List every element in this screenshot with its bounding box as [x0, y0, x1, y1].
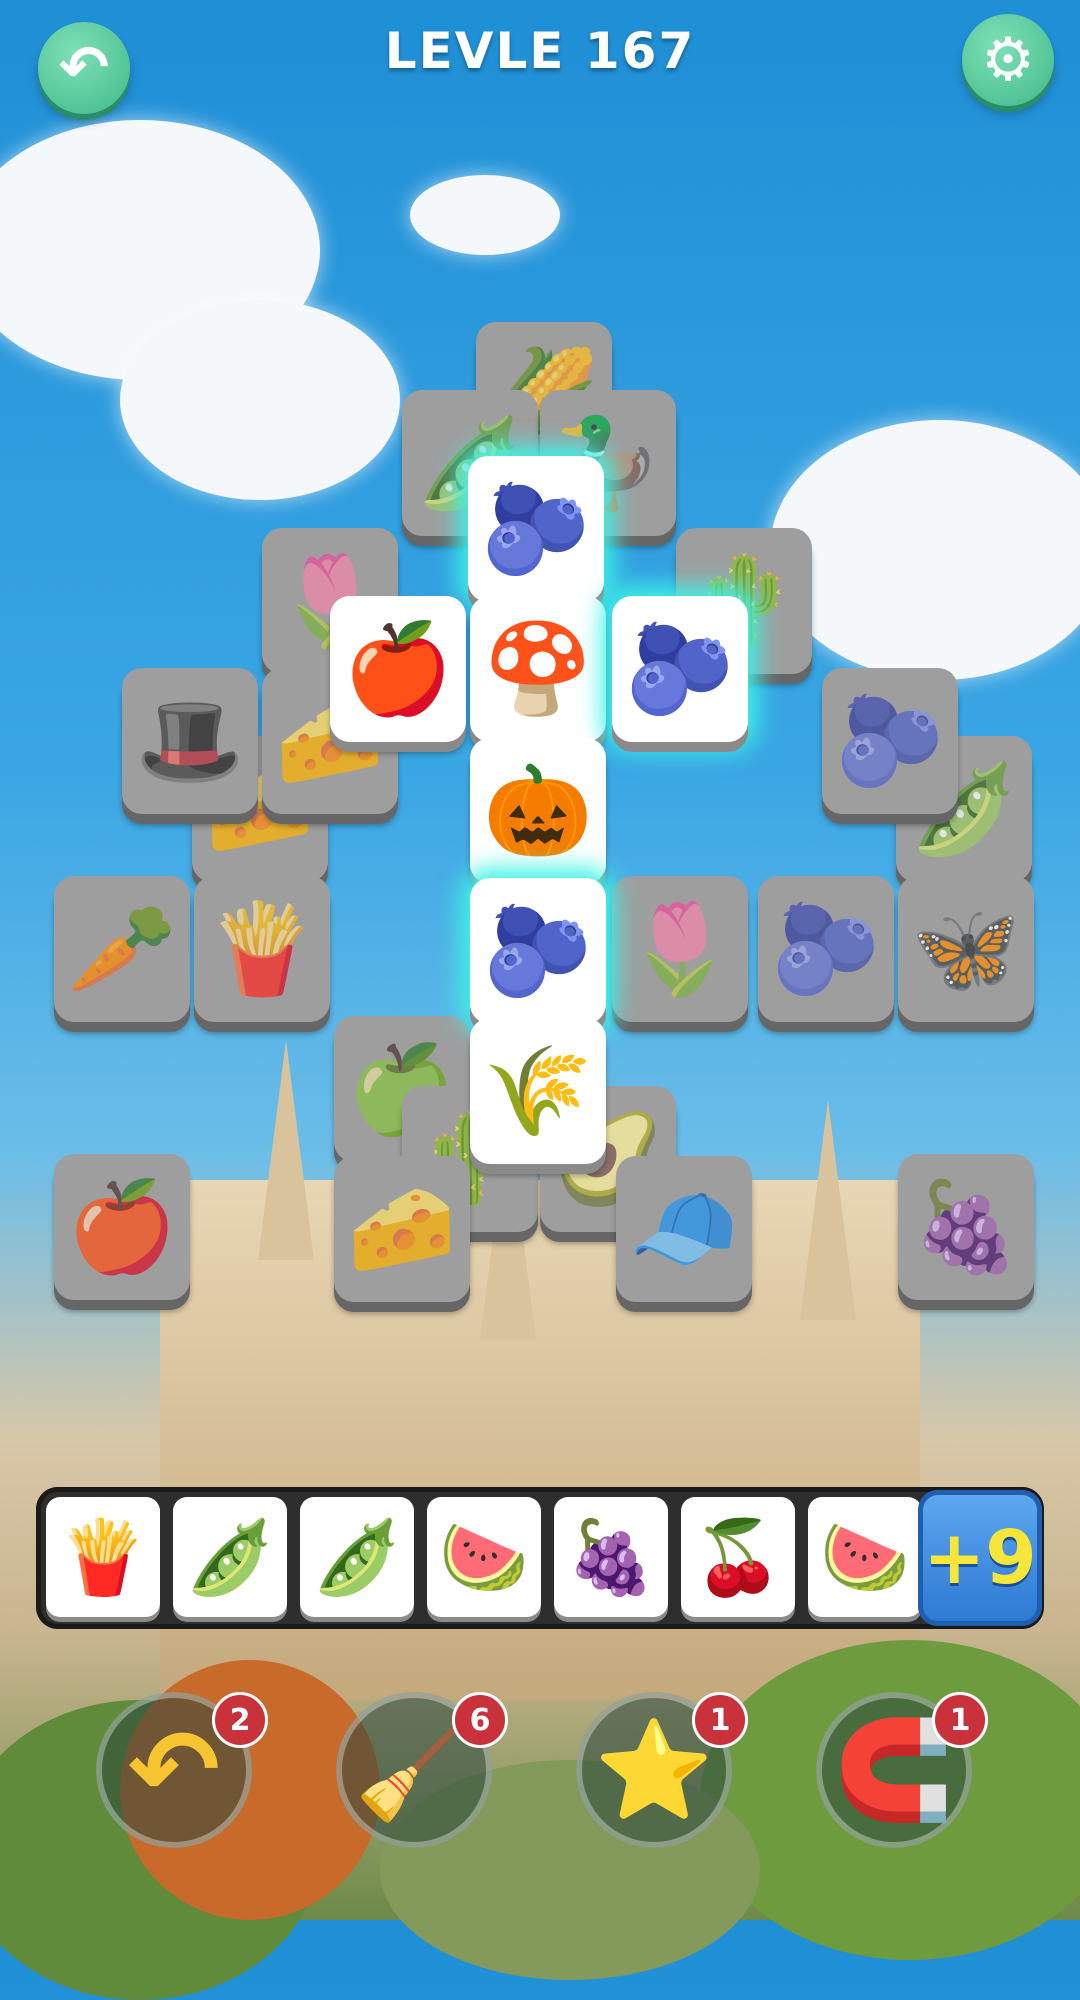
tile-butterfly: 🦋	[898, 876, 1034, 1022]
level-title: LEVLE 167	[384, 22, 696, 80]
watermelon-icon: 🍉	[439, 1514, 529, 1599]
tile-cheese: 🧀	[334, 1156, 470, 1302]
cloud-right	[770, 420, 1080, 680]
leaf-icon: 🌾	[483, 1039, 593, 1142]
tray-slot-green-bean: 🫛	[173, 1497, 287, 1617]
mushroom-icon: 🍄	[483, 617, 593, 720]
undo-count-badge: 2	[212, 1692, 268, 1748]
apple-icon: 🍎	[343, 617, 453, 720]
blueberry-icon: 🫐	[483, 899, 593, 1002]
green-bean-icon: 🫛	[185, 1514, 275, 1599]
watermelon-icon: 🍉	[820, 1514, 910, 1599]
hat-icon: 🧢	[629, 1177, 739, 1280]
cathedral-spire	[800, 1100, 856, 1320]
tray-slot-grapes: 🍇	[554, 1497, 668, 1617]
tile-blueberry[interactable]: 🫐	[470, 878, 606, 1024]
blueberry-icon: 🫐	[625, 617, 735, 720]
blueberry-icon: 🫐	[835, 689, 945, 792]
extra-tiles-counter: +9	[918, 1490, 1042, 1626]
tile-hat: 🎩	[122, 668, 258, 814]
tile-carrot: 🥕	[54, 876, 190, 1022]
cheese-icon: 🧀	[347, 1177, 457, 1280]
tray-slot-fries: 🍟	[46, 1497, 160, 1617]
fries-icon: 🍟	[207, 897, 317, 1000]
tile-blueberry[interactable]: 🫐	[612, 596, 748, 742]
fries-icon: 🍟	[58, 1514, 148, 1599]
cloud-small	[410, 175, 560, 255]
tray-slot-watermelon: 🍉	[427, 1497, 541, 1617]
butterfly-icon: 🦋	[911, 897, 1021, 1000]
magnet-count-badge: 1	[932, 1692, 988, 1748]
tile-pumpkin[interactable]: 🎃	[470, 738, 606, 884]
settings-button[interactable]: ⚙	[962, 14, 1054, 106]
tile-grapes: 🍇	[898, 1154, 1034, 1300]
magic-wand-count-badge: 1	[692, 1692, 748, 1748]
tile-apple: 🍎	[54, 1154, 190, 1300]
tile-leaf[interactable]: 🌾	[470, 1018, 606, 1164]
tile-blueberry[interactable]: 🫐	[468, 456, 604, 602]
tray-slot-green-bean: 🫛	[300, 1497, 414, 1617]
tile-tulip: 🌷	[612, 876, 748, 1022]
gear-icon: ⚙	[981, 25, 1035, 95]
blueberry-icon: 🫐	[481, 477, 591, 580]
tile-blueberry: 🫐	[822, 668, 958, 814]
grapes-icon: 🍇	[911, 1175, 1021, 1278]
undo-arrow-icon: ↶	[127, 1706, 221, 1834]
cloud-left-2	[120, 300, 400, 500]
grapes-icon: 🍇	[566, 1514, 656, 1599]
green-bean-icon: 🫛	[312, 1514, 402, 1599]
tile-apple[interactable]: 🍎	[330, 596, 466, 742]
cathedral-spire	[258, 1040, 314, 1260]
sweep-count-badge: 6	[452, 1692, 508, 1748]
hat-icon: 🎩	[135, 689, 245, 792]
cherries-icon: 🍒	[693, 1514, 783, 1599]
tray-slot-watermelon: 🍉	[808, 1497, 922, 1617]
pumpkin-icon: 🎃	[483, 759, 593, 862]
tray-slot-cherries: 🍒	[681, 1497, 795, 1617]
tile-mushroom[interactable]: 🍄	[470, 596, 606, 742]
tile-fries: 🍟	[194, 876, 330, 1022]
tile-blueberry: 🫐	[758, 876, 894, 1022]
tulip-icon: 🌷	[625, 897, 735, 1000]
apple-icon: 🍎	[67, 1175, 177, 1278]
tile-hat: 🧢	[616, 1156, 752, 1302]
carrot-icon: 🥕	[67, 897, 177, 1000]
blueberry-icon: 🫐	[771, 897, 881, 1000]
